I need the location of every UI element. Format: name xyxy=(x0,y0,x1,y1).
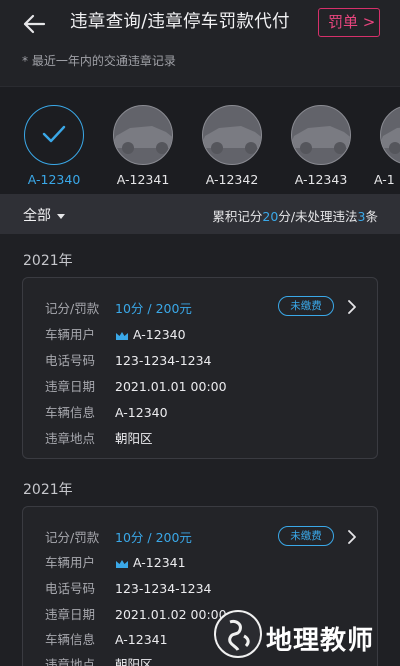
page-title: 违章查询/违章停车罚款代付 xyxy=(70,12,290,32)
header: 违章查询/违章停车罚款代付 罚单 > * 最近一年内的交通违章记录 xyxy=(0,0,400,86)
record-row: 电话号码 123-1234-1234 xyxy=(45,578,212,597)
vehicle-item[interactable]: A-12343 xyxy=(291,105,351,187)
record-row: 违章地点 朝阳区 xyxy=(45,654,153,666)
watermark: 地理教师 xyxy=(210,610,390,666)
row-key: 电话号码 xyxy=(45,353,96,368)
row-key: 违章日期 xyxy=(45,379,96,394)
row-key: 违章日期 xyxy=(45,607,96,622)
vehicle-item[interactable]: A-12342 xyxy=(202,105,262,187)
row-key: 记分/罚款 xyxy=(45,530,100,545)
row-value: A-12341 xyxy=(133,555,186,570)
row-value: A-12341 xyxy=(115,632,168,647)
summary-prefix: 累积记分 xyxy=(212,209,263,224)
row-key: 车辆用户 xyxy=(45,327,96,342)
row-key: 违章地点 xyxy=(45,657,96,666)
summary-mid: 分/未处理违法 xyxy=(278,209,358,224)
globe-logo-icon xyxy=(214,610,262,658)
row-value: 123-1234-1234 xyxy=(115,581,212,596)
vehicle-plate: A-12342 xyxy=(205,172,259,187)
row-key: 记分/罚款 xyxy=(45,301,100,316)
record-row: 车辆用户 A-12341 xyxy=(45,552,186,571)
row-value: 10分 / 200元 xyxy=(115,301,192,316)
row-value: 10分 / 200元 xyxy=(115,530,192,545)
filter-dropdown[interactable]: 全部 xyxy=(23,205,65,225)
record-row: 车辆信息 A-12340 xyxy=(45,402,168,421)
record-row: 违章地点 朝阳区 xyxy=(45,428,153,447)
vehicle-item[interactable]: A-12341 xyxy=(113,105,173,187)
row-value: 2021.01.01 00:00 xyxy=(115,379,227,394)
unpaid-badge: 未缴费 xyxy=(278,296,334,316)
record-row: 违章日期 2021.01.02 00:00 xyxy=(45,604,227,623)
car-icon xyxy=(291,105,351,165)
watermark-text: 地理教师 xyxy=(266,626,375,656)
violation-card[interactable]: 未缴费 记分/罚款 10分 / 200元 车辆用户 A-12340 电话号码 123-… xyxy=(22,277,378,459)
record-row: 车辆信息 A-12341 xyxy=(45,629,168,648)
row-value: A-12340 xyxy=(115,405,168,420)
vehicle-item[interactable]: A-1 xyxy=(374,105,400,187)
row-key: 电话号码 xyxy=(45,581,96,596)
year-heading: 2021年 xyxy=(23,253,73,269)
record-row: 记分/罚款 10分 / 200元 xyxy=(45,527,192,546)
row-value: 123-1234-1234 xyxy=(115,353,212,368)
vehicle-avatar-selected xyxy=(24,105,84,165)
row-key: 车辆信息 xyxy=(45,632,96,647)
crown-icon xyxy=(116,559,128,568)
chevron-right-icon[interactable] xyxy=(345,530,359,544)
row-value: 朝阳区 xyxy=(115,431,153,446)
row-value: 朝阳区 xyxy=(115,657,153,666)
car-icon xyxy=(113,105,173,165)
car-icon xyxy=(380,105,400,165)
checkmark-icon xyxy=(42,125,66,143)
unpaid-badge: 未缴费 xyxy=(278,526,334,546)
violation-summary: 累积记分20分/未处理违法3条 xyxy=(212,206,378,225)
vehicle-plate: A-12343 xyxy=(294,172,348,187)
record-row: 车辆用户 A-12340 xyxy=(45,324,186,343)
filter-bar: 全部 累积记分20分/未处理违法3条 xyxy=(0,194,400,234)
row-key: 车辆信息 xyxy=(45,405,96,420)
page-subtitle: * 最近一年内的交通违章记录 xyxy=(22,54,176,68)
record-row: 违章日期 2021.01.01 00:00 xyxy=(45,376,227,395)
vehicle-plate: A-12340 xyxy=(27,172,81,187)
vehicle-selector: A-12340 A-12341 A-12342 A-12343 A-1 xyxy=(0,86,400,194)
crown-icon xyxy=(116,331,128,340)
filter-label: 全部 xyxy=(23,208,51,224)
row-key: 车辆用户 xyxy=(45,555,96,570)
car-icon xyxy=(202,105,262,165)
row-key: 违章地点 xyxy=(45,431,96,446)
record-row: 电话号码 123-1234-1234 xyxy=(45,350,212,369)
summary-points: 20 xyxy=(262,209,279,224)
row-value: A-12340 xyxy=(133,327,186,342)
year-heading: 2021年 xyxy=(23,482,73,498)
back-arrow-icon[interactable] xyxy=(20,10,48,38)
summary-suffix: 条 xyxy=(365,209,378,224)
record-row: 记分/罚款 10分 / 200元 xyxy=(45,298,192,317)
vehicle-plate: A-1 xyxy=(374,172,395,187)
chevron-right-icon[interactable] xyxy=(345,300,359,314)
vehicle-plate: A-12341 xyxy=(116,172,170,187)
vehicle-item[interactable]: A-12340 xyxy=(24,105,84,187)
ticket-button[interactable]: 罚单 > xyxy=(318,8,380,37)
caret-down-icon xyxy=(57,213,65,219)
